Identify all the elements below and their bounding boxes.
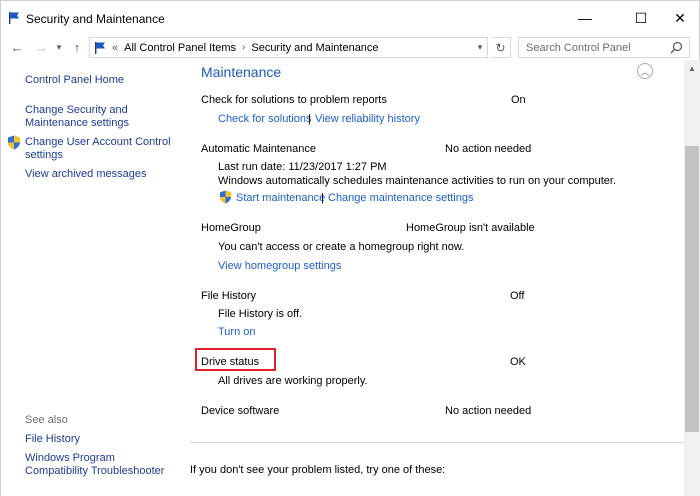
breadcrumb-security-maintenance[interactable]: Security and Maintenance [251,42,378,54]
admin-shield-icon [219,190,232,204]
content-area: Control Panel Home Change Security and M… [0,60,700,496]
file-history-description: File History is off. [218,308,303,320]
vertical-scrollbar[interactable]: ▲ [684,60,700,496]
close-button[interactable]: ✕ [657,1,700,35]
breadcrumb-chevron-icon[interactable]: › [242,42,245,53]
change-security-settings-link-line1[interactable]: Change Security and [25,104,128,117]
last-run-date: Last run date: 11/23/2017 1:27 PM [218,161,387,173]
change-uac-settings-link-line1[interactable]: Change User Account Control [25,136,171,149]
left-pane: Control Panel Home Change Security and M… [2,60,190,496]
check-solutions-label: Check for solutions to problem reports [201,94,387,106]
drive-status-status: OK [510,356,526,368]
navigation-bar: ← → ▾ ↑ « All Control Panel Items › Secu… [0,34,700,60]
homegroup-description: You can't access or create a homegroup r… [218,241,465,253]
file-history-label: File History [201,290,257,302]
device-software-label: Device software [201,405,280,417]
address-dropdown-icon[interactable]: ▾ [471,37,489,58]
collapse-chevron-up-icon[interactable]: ︿ [637,63,653,79]
window-title: Security and Maintenance [26,12,165,26]
minimize-button[interactable]: — [562,1,608,35]
drive-status-description: All drives are working properly. [218,375,368,387]
up-arrow-icon[interactable]: ↑ [67,37,87,57]
automatic-maintenance-status: No action needed [445,143,532,155]
search-icon[interactable] [670,41,683,54]
change-uac-settings-link-line2[interactable]: settings [25,149,63,162]
check-for-solutions-link[interactable]: Check for solutions [218,113,312,125]
link-separator: | [308,113,311,125]
control-panel-flag-icon [95,41,105,54]
refresh-icon[interactable]: ↻ [491,37,511,58]
main-pane: Maintenance ︿ Check for solutions to pro… [190,60,684,496]
see-also-heading: See also [25,414,68,426]
security-flag-icon [9,12,19,24]
view-reliability-history-link[interactable]: View reliability history [315,113,420,125]
view-archived-messages-link[interactable]: View archived messages [25,168,146,181]
automatic-maintenance-description: Windows automatically schedules maintena… [218,175,617,187]
drive-status-label: Drive status [201,356,260,368]
maintenance-section-title[interactable]: Maintenance [201,64,281,80]
control-panel-home-link[interactable]: Control Panel Home [25,74,124,87]
change-maintenance-settings-link[interactable]: Change maintenance settings [328,192,474,204]
recent-locations-chevron-icon[interactable]: ▾ [49,37,69,57]
compatibility-troubleshooter-link-line2[interactable]: Compatibility Troubleshooter [25,465,164,478]
check-solutions-status: On [511,94,526,106]
start-maintenance-link[interactable]: Start maintenance [236,192,325,204]
back-arrow-icon[interactable]: ← [7,37,27,57]
file-history-link[interactable]: File History [25,433,80,446]
scrollbar-thumb[interactable] [685,146,699,432]
link-separator: | [321,192,324,204]
homegroup-status: HomeGroup isn't available [406,222,535,234]
search-input[interactable]: Search Control Panel [518,37,690,58]
turn-on-file-history-link[interactable]: Turn on [218,326,256,338]
view-homegroup-settings-link[interactable]: View homegroup settings [218,260,341,272]
change-security-settings-link-line2[interactable]: Maintenance settings [25,117,129,130]
problem-not-listed-text: If you don't see your problem listed, tr… [190,464,446,476]
address-bar[interactable]: « All Control Panel Items › Security and… [89,37,488,58]
device-software-status: No action needed [445,405,532,417]
breadcrumb-overflow[interactable]: « [112,42,118,54]
compatibility-troubleshooter-link-line1[interactable]: Windows Program [25,452,115,465]
forward-arrow-icon[interactable]: → [31,37,51,57]
scroll-up-arrow-icon[interactable]: ▲ [684,60,700,76]
homegroup-label: HomeGroup [201,222,261,234]
section-divider [190,442,684,443]
file-history-status: Off [510,290,525,302]
title-bar: Security and Maintenance — ☐ ✕ [0,0,700,34]
search-placeholder: Search Control Panel [526,41,631,54]
uac-shield-icon [8,135,20,150]
breadcrumb-all-control-panel-items[interactable]: All Control Panel Items [124,42,236,54]
automatic-maintenance-label: Automatic Maintenance [201,143,316,155]
